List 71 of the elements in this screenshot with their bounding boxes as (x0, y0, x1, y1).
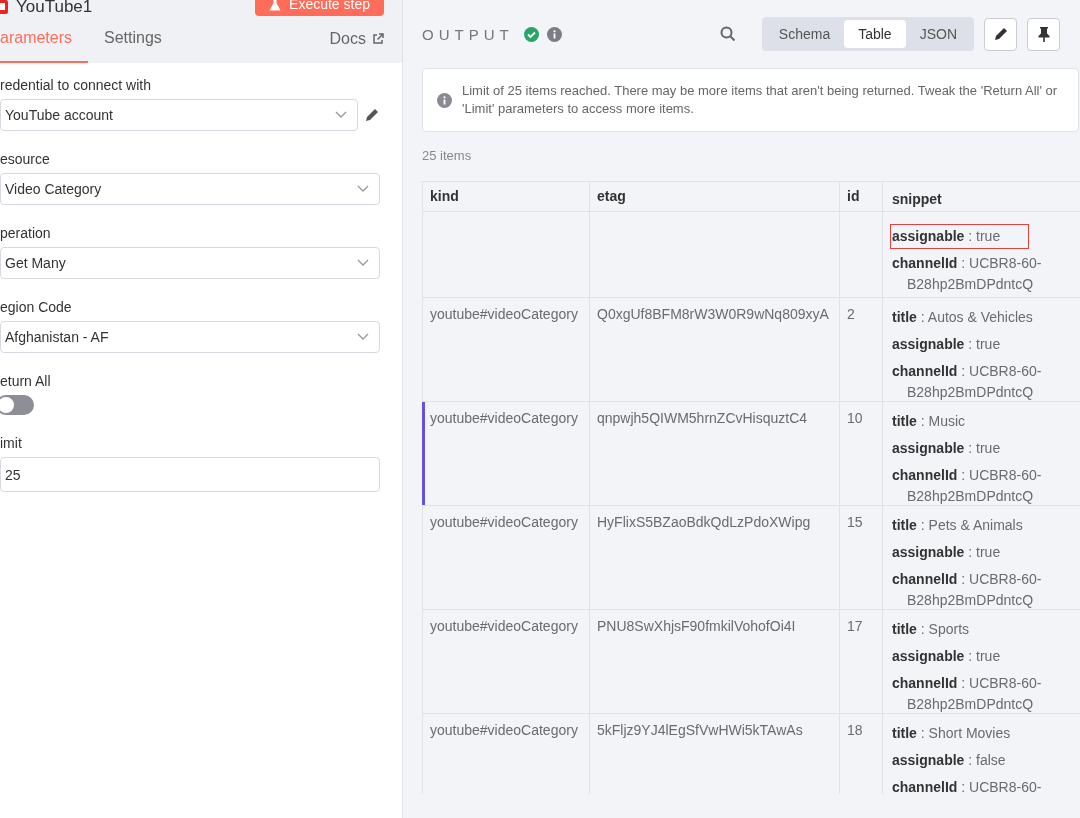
snippet-field: assignable : false (892, 750, 1067, 771)
info-icon (546, 26, 562, 42)
table-cell: 17 (847, 618, 863, 634)
select-field[interactable]: Video Category (0, 173, 380, 205)
snippet-field: title : Pets & Animals (892, 515, 1067, 536)
table-cell: 5kFljz9YJ4lEgSfVwHWi5kTAwAs (597, 722, 803, 738)
pin-icon (1036, 26, 1051, 42)
output-title: OUTPUT (422, 25, 514, 43)
snippet-field: assignable : true (892, 646, 1067, 667)
snippet-field: title : Music (892, 411, 1067, 432)
field-label: eturn All (0, 373, 52, 389)
field-label: redential to connect with (0, 77, 152, 93)
view-mode-tab[interactable]: JSON (905, 20, 971, 48)
view-mode-tab[interactable]: Schema (764, 20, 845, 48)
chevron-down-icon (357, 259, 369, 267)
snippet-field: channelId : UCBR8-60-B28hp2BmDPdntcQ (892, 253, 1067, 295)
column-header: id (840, 182, 883, 211)
table-cell: PNU8SwXhjsF90fmkilVohofOi4I (597, 618, 796, 634)
snippet-field: channelId : UCBR8-60-B28hp2BmDPdntcQ (892, 673, 1067, 715)
toggle-switch[interactable] (0, 395, 34, 415)
external-link-icon (372, 32, 384, 45)
flask-icon (269, 0, 282, 11)
table-cell: 15 (847, 514, 863, 530)
search-icon[interactable] (719, 26, 736, 42)
chevron-down-icon (335, 111, 347, 119)
snippet-field: title : Short Movies (892, 723, 1067, 744)
table-cell: youtube#videoCategory (430, 410, 578, 426)
table-cell: youtube#videoCategory (430, 306, 578, 322)
edit-button[interactable] (984, 17, 1017, 51)
pencil-icon (992, 26, 1009, 42)
node-title: YouTube1 (16, 0, 94, 17)
snippet-field: assignable : true (892, 438, 1067, 459)
snippet-field: channelId : UCBR8-60- (892, 777, 1067, 798)
info-icon (437, 92, 452, 108)
notice-text: Limit of 25 items reached. There may be more items that aren't being returned. Tweak the 'Return All' or 'Limit' parameters to access more items. (462, 82, 1059, 118)
field-label: imit (0, 435, 23, 451)
chevron-down-icon (357, 333, 369, 341)
table-cell: 10 (847, 410, 863, 426)
table-cell: 18 (847, 722, 863, 738)
table-cell: Q0xgUf8BFM8rW3W0R9wNq809xyA (597, 306, 829, 322)
snippet-field: channelId : UCBR8-60-B28hp2BmDPdntcQ (892, 361, 1067, 403)
snippet-field: assignable : true (892, 334, 1067, 355)
table-cell: qnpwjh5QIWM5hrnZCvHisquztC4 (597, 410, 808, 426)
table-cell: HyFlixS5BZaoBdkQdLzPdoXWipg (597, 514, 811, 530)
snippet-field: assignable : true (892, 226, 1027, 247)
chevron-down-icon (357, 185, 369, 193)
pin-button[interactable] (1027, 17, 1060, 51)
select-field[interactable]: Afghanistan - AF (0, 321, 380, 353)
field-label: esource (0, 151, 51, 167)
table-cell: youtube#videoCategory (430, 618, 578, 634)
table-cell: 2 (847, 306, 855, 322)
tab[interactable]: Settings (88, 14, 180, 63)
column-header: etag (590, 182, 840, 211)
column-header: kind (423, 182, 590, 211)
docs-link[interactable]: Docs (329, 29, 366, 48)
select-field[interactable]: Get Many (0, 247, 380, 279)
snippet-field: assignable : true (892, 542, 1067, 563)
snippet-field: channelId : UCBR8-60-B28hp2BmDPdntcQ (892, 569, 1067, 611)
item-count: 25 items (422, 148, 473, 163)
snippet-field: title : Autos & Vehicles (892, 307, 1067, 328)
snippet-field: title : Sports (892, 619, 1067, 640)
snippet-field: channelId : UCBR8-60-B28hp2BmDPdntcQ (892, 465, 1067, 507)
column-header: snippet (891, 190, 943, 209)
table-cell: youtube#videoCategory (430, 722, 578, 738)
input-field[interactable]: 25 (0, 457, 380, 492)
pencil-icon[interactable] (364, 107, 380, 123)
table-cell: youtube#videoCategory (430, 514, 578, 530)
view-mode-tab[interactable]: Table (844, 20, 906, 48)
field-label: egion Code (0, 299, 73, 315)
field-label: peration (0, 225, 52, 241)
select-field[interactable]: YouTube account (0, 99, 358, 131)
